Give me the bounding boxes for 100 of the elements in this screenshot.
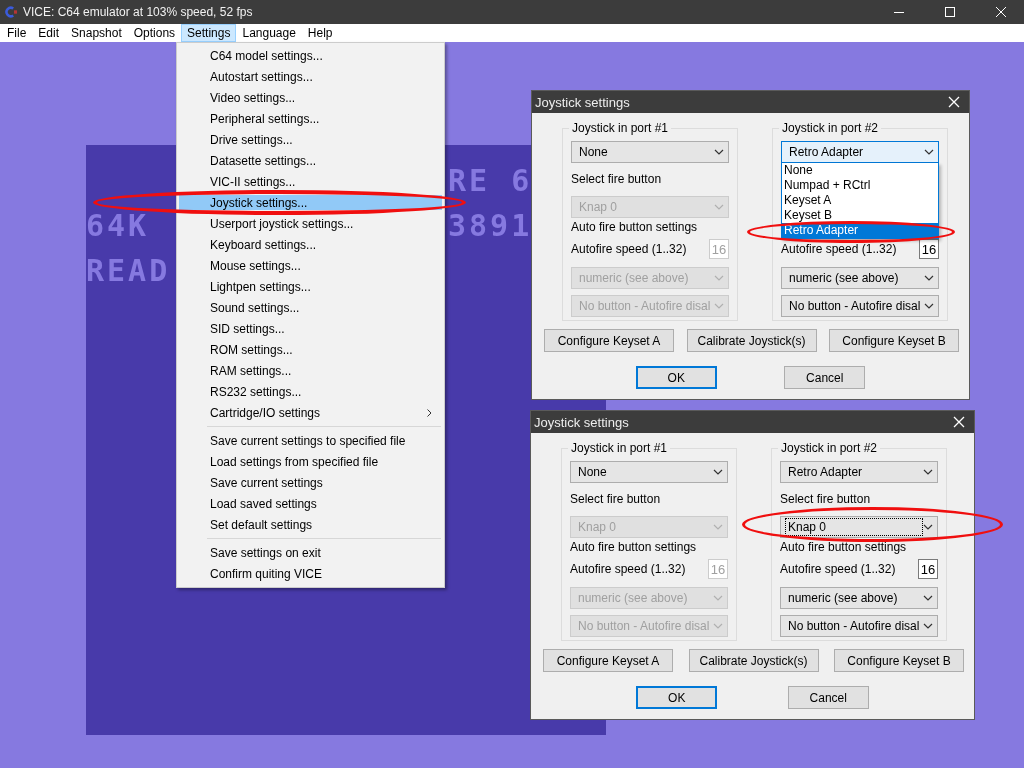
chevron-down-icon	[923, 623, 933, 629]
menu-bar-item[interactable]: Options	[127, 24, 182, 42]
window-title: VICE: C64 emulator at 103% speed, 52 fps	[23, 5, 254, 19]
menu-item[interactable]: Confirm quiting VICE	[179, 566, 442, 581]
dialog-button[interactable]: Configure Keyset B	[834, 649, 964, 672]
chevron-down-icon	[713, 595, 723, 601]
screen-text: 64K	[86, 210, 150, 241]
field-label: Autofire speed (1..32)	[780, 560, 896, 578]
chevron-down-icon	[714, 275, 724, 281]
chevron-down-icon	[923, 595, 933, 601]
menu-item[interactable]: ROM settings...	[179, 342, 442, 357]
field-label: Auto fire button settings	[780, 539, 908, 556]
dialog-button[interactable]: Calibrate Joystick(s)	[686, 329, 817, 352]
menu-bar-item[interactable]: Edit	[32, 24, 66, 42]
menu-item-label: Set default settings	[210, 517, 314, 532]
dialog-button[interactable]: Calibrate Joystick(s)	[688, 649, 819, 672]
field-label: Select fire button	[570, 491, 662, 508]
menu-item[interactable]: Joystick settings...	[179, 195, 442, 210]
field-label: Autofire speed (1..32)	[781, 240, 897, 258]
screen-text: 3891	[448, 210, 533, 241]
dialog-button[interactable]: Configure Keyset A	[543, 649, 673, 672]
menu-item-label: VIC-II settings...	[210, 174, 297, 189]
screen-text: RE 6	[448, 165, 533, 196]
dropdown[interactable]: None	[570, 461, 728, 483]
dropdown[interactable]: numeric (see above)	[780, 587, 938, 609]
group-label: Joystick in port #1	[568, 441, 671, 455]
menu-item-label: Keyboard settings...	[210, 237, 318, 252]
menu-item[interactable]: SID settings...	[179, 321, 442, 336]
menu-bar-item[interactable]: Snapshot	[65, 24, 128, 42]
dialog-title: Joystick settings	[535, 94, 631, 110]
menu-item[interactable]: C64 model settings...	[179, 48, 442, 63]
field-label: Autofire speed (1..32)	[570, 560, 686, 578]
dropdown[interactable]: numeric (see above)	[781, 267, 939, 289]
chevron-down-icon	[924, 149, 934, 155]
menu-item[interactable]: Cartridge/IO settings	[179, 405, 442, 420]
menu-item[interactable]: Video settings...	[179, 90, 442, 105]
list-option[interactable]: Numpad + RCtrl	[782, 178, 938, 193]
field-label: Auto fire button settings	[570, 539, 698, 556]
menu-item[interactable]: Autostart settings...	[179, 69, 442, 84]
menu-item[interactable]: Drive settings...	[179, 132, 442, 147]
menu-bar-item[interactable]: File	[1, 24, 33, 42]
menu-bar-item[interactable]: Language	[236, 24, 302, 42]
list-option[interactable]: None	[782, 163, 938, 178]
menu-item[interactable]: VIC-II settings...	[179, 174, 442, 189]
dropdown[interactable]: None	[571, 141, 729, 163]
menu-item[interactable]: Userport joystick settings...	[179, 216, 442, 231]
app-logo-icon	[4, 5, 18, 19]
chevron-down-icon	[924, 275, 934, 281]
number-field[interactable]: 16	[918, 559, 938, 579]
menu-item[interactable]: Sound settings...	[179, 300, 442, 315]
chevron-down-icon	[714, 303, 724, 309]
dropdown[interactable]: Retro Adapter	[780, 461, 938, 483]
menu-item-label: Mouse settings...	[210, 258, 302, 273]
menu-bar-item[interactable]: Help	[301, 24, 339, 42]
menu-item-label: Sound settings...	[210, 300, 301, 315]
list-option[interactable]: Keyset A	[782, 193, 938, 208]
menu-item-label: Drive settings...	[210, 132, 294, 147]
menu-item[interactable]: Load saved settings	[179, 496, 442, 511]
chevron-down-icon	[713, 623, 723, 629]
menu-item[interactable]: Keyboard settings...	[179, 237, 442, 252]
dialog-button[interactable]: Cancel	[787, 686, 869, 709]
dropdown[interactable]: Knap 0	[780, 516, 938, 538]
menu-item-label: RS232 settings...	[210, 384, 303, 399]
menu-item-label: Save current settings to specified file	[210, 433, 407, 448]
menu-item[interactable]: Save settings on exit	[179, 545, 442, 560]
menu-item[interactable]: Mouse settings...	[179, 258, 442, 273]
menu-item[interactable]: RS232 settings...	[179, 384, 442, 399]
menu-item[interactable]: Set default settings	[179, 517, 442, 532]
list-option[interactable]: Keyset B	[782, 208, 938, 223]
dialog-button[interactable]: Configure Keyset B	[829, 329, 959, 352]
menu-item[interactable]: Datasette settings...	[179, 153, 442, 168]
maximize-icon	[945, 7, 955, 17]
menu-bar-item[interactable]: Settings	[181, 24, 237, 42]
menu-item-label: Save current settings	[210, 475, 324, 490]
dropdown[interactable]: Retro Adapter	[781, 141, 939, 163]
dialog-button[interactable]: OK	[635, 366, 717, 389]
dialog-button[interactable]: Configure Keyset A	[544, 329, 674, 352]
menu-item[interactable]: Lightpen settings...	[179, 279, 442, 294]
chevron-down-icon	[713, 524, 723, 530]
chevron-down-icon	[713, 469, 723, 475]
dropdown[interactable]: No button - Autofire disal	[780, 615, 938, 637]
menu-item[interactable]: Peripheral settings...	[179, 111, 442, 126]
close-icon	[948, 96, 960, 108]
menu-item[interactable]: Save current settings to specified file	[179, 433, 442, 448]
screen-text: READ	[86, 255, 171, 286]
menu-item-label: ROM settings...	[210, 342, 294, 357]
dropdown[interactable]: No button - Autofire disal	[781, 295, 939, 317]
menu-item-label: Userport joystick settings...	[210, 216, 355, 231]
number-field[interactable]: 16	[919, 239, 939, 259]
dialog-button[interactable]: Cancel	[784, 366, 866, 389]
field-label: Auto fire button settings	[571, 219, 699, 236]
menu-item[interactable]: RAM settings...	[179, 363, 442, 378]
close-icon	[953, 416, 965, 428]
menu-item-label: Save settings on exit	[210, 545, 322, 560]
menu-item-label: Load saved settings	[210, 496, 318, 511]
dialog-button[interactable]: OK	[636, 686, 718, 709]
menu-item-label: C64 model settings...	[210, 48, 324, 63]
menu-item-label: Datasette settings...	[210, 153, 318, 168]
menu-item[interactable]: Load settings from specified file	[179, 454, 442, 469]
menu-item[interactable]: Save current settings	[179, 475, 442, 490]
